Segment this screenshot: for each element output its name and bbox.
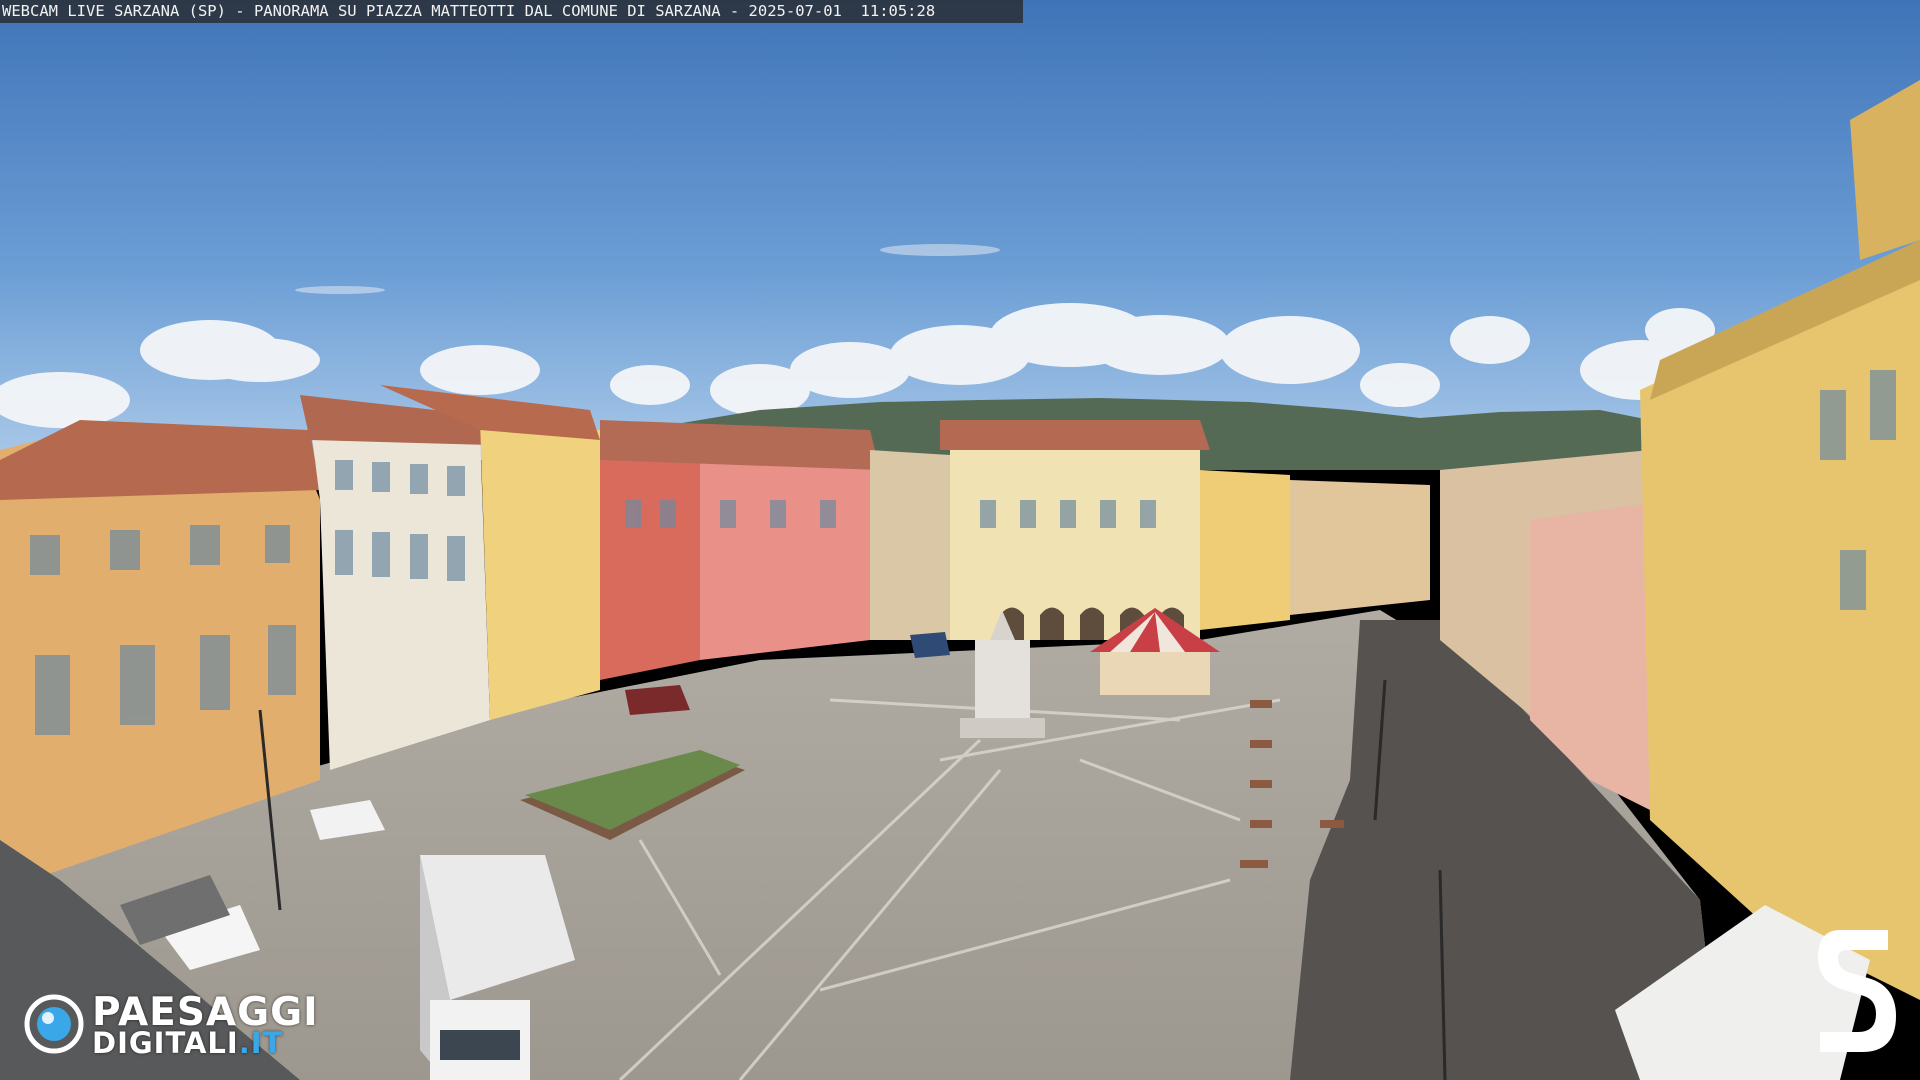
webcam-caption: WEBCAM LIVE SARZANA (SP) - PANORAMA SU P… bbox=[0, 0, 1023, 23]
paesaggi-digitali-logo: PAESAGGI DIGITALI.IT bbox=[24, 990, 334, 1060]
logo-text-bottom: DIGITALI.IT bbox=[92, 1026, 283, 1060]
camera-lens-icon bbox=[24, 994, 84, 1054]
sarzana-s-logo bbox=[1818, 930, 1896, 1052]
logo-text-digitali: DIGITALI bbox=[92, 1026, 239, 1060]
logo-text-tld: .IT bbox=[238, 1026, 284, 1060]
webcam-image bbox=[0, 0, 1920, 1080]
webcam-frame: WEBCAM LIVE SARZANA (SP) - PANORAMA SU P… bbox=[0, 0, 1920, 1080]
